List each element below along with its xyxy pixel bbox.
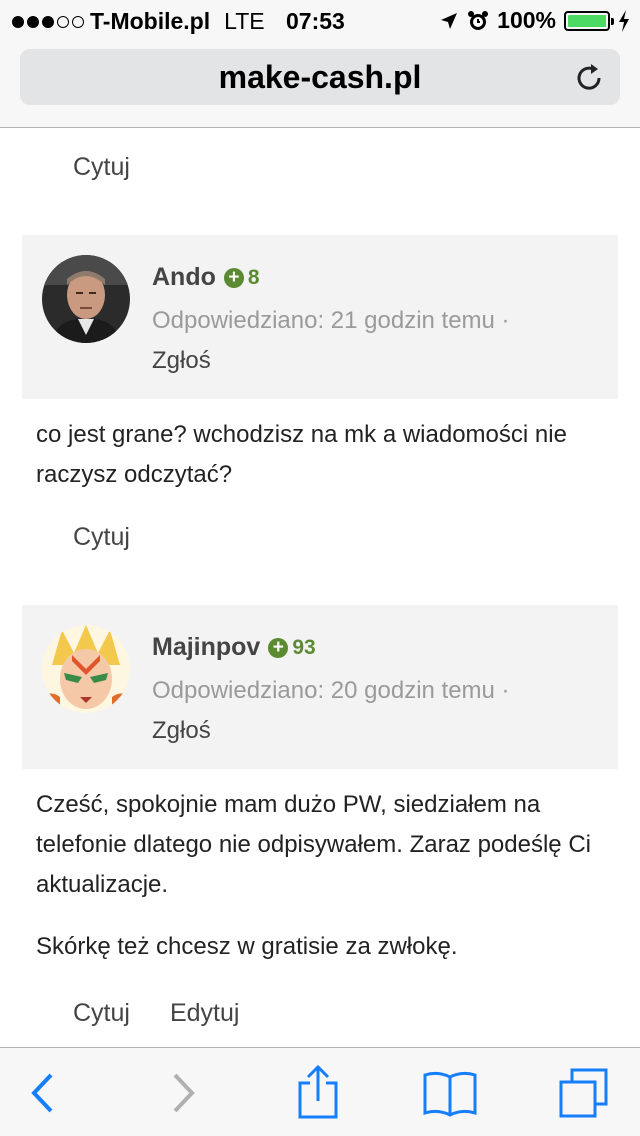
signal-strength-icon <box>12 15 84 28</box>
avatar[interactable] <box>42 255 130 343</box>
battery-percent: 100% <box>497 7 556 33</box>
quote-link[interactable]: Cytuj <box>73 999 130 1028</box>
quote-link[interactable]: Cytuj <box>73 153 130 182</box>
post-actions: Cytuj Edytuj <box>0 999 239 1028</box>
author-name[interactable]: Ando <box>152 263 216 292</box>
alarm-clock-icon <box>468 10 489 30</box>
author-name[interactable]: Majinpov <box>152 633 260 662</box>
post-paragraph: Cześć, spokojnie mam dużo PW, siedziałem… <box>36 791 591 898</box>
carrier-name: T-Mobile.pl <box>90 8 211 34</box>
plus-circle-icon: + <box>268 637 289 658</box>
post-meta: Odpowiedziano: 20 godzin temu · <box>152 677 510 704</box>
chevron-left-icon <box>31 1073 53 1113</box>
quote-link[interactable]: Cytuj <box>73 523 130 552</box>
post-body: co jest grane? wchodzisz na mk a wiadomo… <box>36 415 606 495</box>
network-type: LTE <box>224 8 265 34</box>
post-meta: Odpowiedziano: 21 godzin temu · <box>152 307 510 334</box>
post-header: Majinpov + 93 Odpowiedziano: 20 godzin t… <box>22 605 618 769</box>
status-time: 07:53 <box>286 8 345 34</box>
charging-bolt-icon <box>619 9 629 32</box>
location-arrow-icon <box>441 12 458 29</box>
post-paragraph: Skórkę też chcesz w gratisie za zwłokę. <box>36 933 458 960</box>
reputation-count: 8 <box>247 265 260 289</box>
book-icon <box>423 1071 477 1117</box>
report-link[interactable]: Zgłoś <box>152 717 211 745</box>
post-body: Cześć, spokojnie mam dużo PW, siedziałem… <box>36 785 606 967</box>
post-paragraph: co jest grane? wchodzisz na mk a wiadomo… <box>36 421 567 488</box>
post-actions: Cytuj <box>0 523 130 552</box>
edit-link[interactable]: Edytuj <box>170 999 239 1028</box>
tabs-icon <box>559 1068 608 1118</box>
share-button[interactable] <box>290 1065 346 1119</box>
share-icon <box>298 1065 338 1119</box>
avatar[interactable] <box>42 625 130 713</box>
reputation-badge: + 93 <box>268 635 316 660</box>
report-link[interactable]: Zgłoś <box>152 347 211 375</box>
thread-content: Cytuj Ando + 8 Odpowiedziano: 21 godzin … <box>0 129 640 1047</box>
forward-button[interactable] <box>156 1068 212 1118</box>
tabs-button[interactable] <box>556 1068 612 1118</box>
bookmarks-button[interactable] <box>422 1068 478 1118</box>
battery-icon <box>564 10 614 31</box>
browser-toolbar <box>0 1047 640 1136</box>
back-button[interactable] <box>14 1068 70 1118</box>
user-photo-icon <box>42 255 130 343</box>
browser-header: make-cash.pl <box>0 40 640 128</box>
chevron-right-icon <box>173 1073 195 1113</box>
status-bar: T-Mobile.pl LTE 07:53 100% <box>0 0 640 40</box>
plus-circle-icon: + <box>223 267 244 288</box>
post-actions: Cytuj <box>0 153 130 182</box>
user-photo-icon <box>42 625 130 713</box>
address-text: make-cash.pl <box>218 58 422 95</box>
reputation-badge: + 8 <box>223 265 260 290</box>
post-header: Ando + 8 Odpowiedziano: 21 godzin temu ·… <box>22 235 618 399</box>
reputation-count: 93 <box>292 635 316 659</box>
address-bar[interactable]: make-cash.pl <box>20 49 620 105</box>
reload-icon[interactable] <box>572 61 606 95</box>
